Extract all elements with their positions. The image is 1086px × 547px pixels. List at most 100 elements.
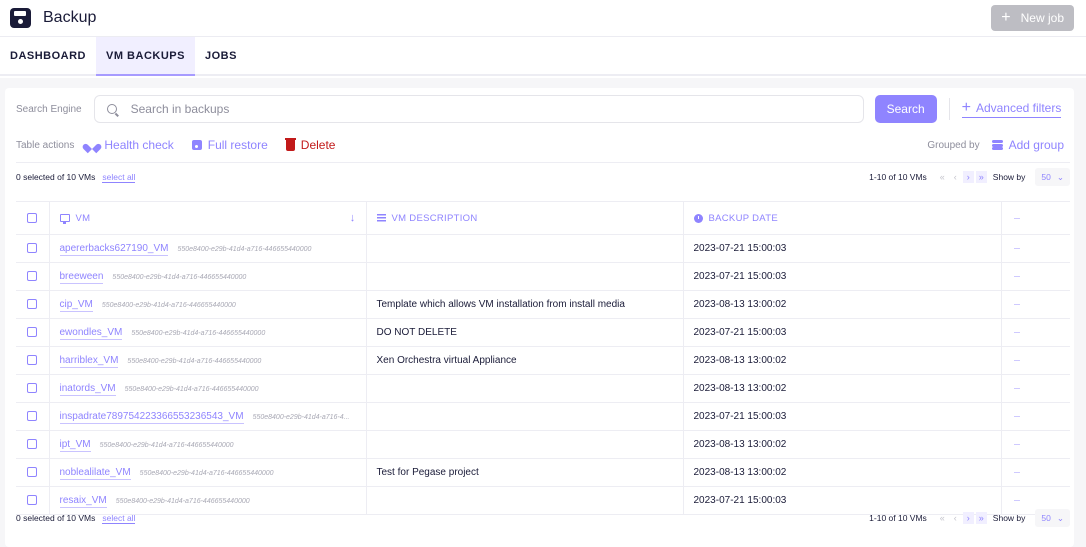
advanced-filters-link[interactable]: + Advanced filters xyxy=(961,99,1062,118)
row-checkbox[interactable] xyxy=(27,495,38,506)
select-all-link[interactable]: select all xyxy=(102,513,136,524)
prev-page-button[interactable]: ‹ xyxy=(950,171,961,183)
plus-icon: + xyxy=(961,99,971,116)
backup-date: 2023-07-21 15:00:03 xyxy=(682,318,1001,347)
select-all-checkbox[interactable] xyxy=(27,212,38,223)
search-input[interactable]: Search in backups xyxy=(93,95,864,123)
search-engine-label: Search Engine xyxy=(16,103,82,115)
row-checkbox[interactable] xyxy=(27,271,38,282)
vm-name-link[interactable]: cip_VM xyxy=(59,299,93,312)
new-job-button[interactable]: + New job xyxy=(991,5,1074,31)
vm-description: Template which allows VM installation fr… xyxy=(365,290,683,319)
row-actions-cell: ··· xyxy=(1000,346,1070,375)
vm-uuid: 550e8400-e29b-41d4-a716-4... xyxy=(252,414,350,421)
column-vm[interactable]: VM ↓ xyxy=(48,201,366,235)
vm-cell: breeween 550e8400-e29b-41d4-a716-44665544… xyxy=(48,262,366,291)
table-row: apererbacks627190_VM 550e8400-e29b-41d4-a… xyxy=(16,234,1070,263)
more-icon[interactable]: ··· xyxy=(1014,213,1021,223)
column-more[interactable]: ··· xyxy=(1000,201,1070,235)
more-icon[interactable]: ··· xyxy=(1014,439,1021,449)
clock-icon xyxy=(693,213,703,223)
row-checkbox[interactable] xyxy=(27,327,38,338)
more-icon[interactable]: ··· xyxy=(1014,355,1021,365)
column-description-label: VM DESCRIPTION xyxy=(391,212,478,224)
row-actions-cell: ··· xyxy=(1000,374,1070,403)
row-actions-cell: ··· xyxy=(1000,458,1070,487)
chevron-down-icon: ⌄ xyxy=(1056,512,1064,523)
vm-name-link[interactable]: inatords_VM xyxy=(59,383,116,396)
row-checkbox[interactable] xyxy=(27,243,38,254)
health-check-button[interactable]: Health check xyxy=(86,138,173,152)
row-checkbox[interactable] xyxy=(27,411,38,422)
vm-uuid: 550e8400-e29b-41d4-a716-446655440000 xyxy=(124,386,259,393)
table-row: harriblex_VM 550e8400-e29b-41d4-a716-4466… xyxy=(16,346,1070,375)
vm-cell: ipt_VM 550e8400-e29b-41d4-a716-4466554400… xyxy=(48,430,366,459)
more-icon[interactable]: ··· xyxy=(1014,243,1021,253)
divider xyxy=(948,98,950,120)
first-page-button[interactable]: « xyxy=(937,171,948,183)
floppy-disk-icon xyxy=(191,140,202,150)
vm-name-link[interactable]: noblealilate_VM xyxy=(59,467,131,480)
monitor-icon xyxy=(59,214,70,224)
tab-dashboard[interactable]: DASHBOARD xyxy=(0,37,96,74)
more-icon[interactable]: ··· xyxy=(1014,467,1021,477)
vm-description xyxy=(365,374,683,403)
search-button[interactable]: Search xyxy=(874,95,937,123)
sort-down-icon[interactable]: ↓ xyxy=(350,212,356,224)
select-all-link[interactable]: select all xyxy=(102,172,136,183)
vm-name-link[interactable]: apererbacks627190_VM xyxy=(59,243,169,256)
backup-date: 2023-07-21 15:00:03 xyxy=(682,262,1001,291)
table-row: noblealilate_VM 550e8400-e29b-41d4-a716-4… xyxy=(16,458,1070,487)
prev-page-button[interactable]: ‹ xyxy=(950,512,961,524)
last-page-button[interactable]: » xyxy=(975,171,987,183)
more-icon[interactable]: ··· xyxy=(1014,383,1021,393)
last-page-button[interactable]: » xyxy=(975,512,987,524)
add-group-label: Add group xyxy=(1008,138,1064,152)
top-bar: Backup + New job xyxy=(0,0,1086,37)
vm-cell: ewondles_VM 550e8400-e29b-41d4-a716-44665… xyxy=(48,318,366,347)
column-description[interactable]: VM DESCRIPTION xyxy=(365,201,683,235)
more-icon[interactable]: ··· xyxy=(1014,299,1021,309)
app-title: Backup xyxy=(43,9,97,26)
vm-uuid: 550e8400-e29b-41d4-a716-446655440000 xyxy=(99,442,234,449)
row-checkbox[interactable] xyxy=(27,383,38,394)
row-checkbox[interactable] xyxy=(27,299,38,310)
more-icon[interactable]: ··· xyxy=(1014,271,1021,281)
add-group-button[interactable]: Add group xyxy=(991,138,1064,152)
more-icon[interactable]: ··· xyxy=(1014,495,1021,505)
tab-vm-backups[interactable]: VM BACKUPS xyxy=(96,37,195,76)
vm-name-link[interactable]: resaix_VM xyxy=(59,495,107,508)
row-checkbox-cell xyxy=(16,234,49,263)
full-restore-button[interactable]: Full restore xyxy=(191,138,268,152)
row-checkbox[interactable] xyxy=(27,467,38,478)
backup-date: 2023-07-21 15:00:03 xyxy=(682,234,1001,263)
next-page-button[interactable]: › xyxy=(962,512,974,524)
delete-button[interactable]: Delete xyxy=(284,138,335,152)
tab-jobs[interactable]: JOBS xyxy=(195,37,247,74)
page-size-select[interactable]: 50 ⌄ xyxy=(1035,509,1070,527)
page-size-value: 50 xyxy=(1041,513,1051,523)
row-checkbox[interactable] xyxy=(27,439,38,450)
backup-date: 2023-08-13 13:00:02 xyxy=(682,290,1001,319)
row-checkbox[interactable] xyxy=(27,355,38,366)
next-page-button[interactable]: › xyxy=(962,171,974,183)
vm-name-link[interactable]: harriblex_VM xyxy=(59,355,119,368)
table-row: ewondles_VM 550e8400-e29b-41d4-a716-44665… xyxy=(16,318,1070,347)
vm-name-link[interactable]: breeween xyxy=(59,271,104,284)
chevron-down-icon: ⌄ xyxy=(1056,171,1064,182)
vm-cell: noblealilate_VM 550e8400-e29b-41d4-a716-4… xyxy=(48,458,366,487)
backups-panel: Search Engine Search in backups Search +… xyxy=(5,88,1074,547)
more-icon[interactable]: ··· xyxy=(1014,411,1021,421)
page-size-select[interactable]: 50 ⌄ xyxy=(1035,168,1070,186)
column-backup-date[interactable]: BACKUP DATE xyxy=(682,201,1001,235)
more-icon[interactable]: ··· xyxy=(1014,327,1021,337)
vm-name-link[interactable]: inspadrate789754223366553236543_VM xyxy=(59,411,244,424)
vm-description: Test for Pegase project xyxy=(365,458,683,487)
new-job-label: New job xyxy=(1020,11,1064,25)
search-row: Search Engine Search in backups Search +… xyxy=(16,95,1070,123)
row-checkbox-cell xyxy=(16,430,49,459)
vm-name-link[interactable]: ewondles_VM xyxy=(59,327,123,340)
vm-name-link[interactable]: ipt_VM xyxy=(59,439,91,452)
first-page-button[interactable]: « xyxy=(937,512,948,524)
backups-table: VM ↓ VM DESCRIPTION BACKUP DATE ··· aper… xyxy=(16,201,1070,515)
